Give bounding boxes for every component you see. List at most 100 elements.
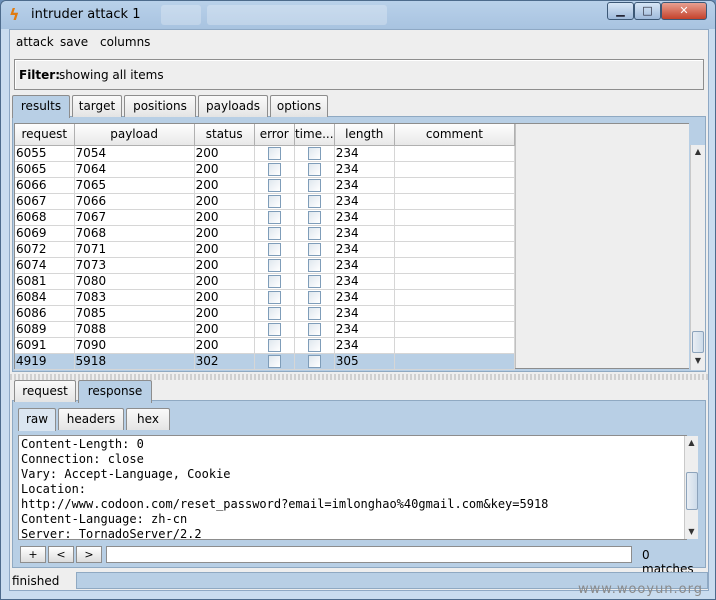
- cell-timeout: [294, 161, 335, 178]
- cell-request: 6055: [15, 145, 75, 162]
- checkbox-icon: [268, 259, 282, 272]
- cell-status: 200: [194, 337, 255, 354]
- scroll-down-icon[interactable]: ▼: [685, 525, 698, 539]
- search-input[interactable]: [106, 546, 632, 563]
- checkbox-icon: [268, 323, 282, 336]
- burp-lightning-icon: ϟ: [9, 5, 20, 24]
- scroll-down-icon[interactable]: ▼: [691, 354, 705, 368]
- results-scrollbar[interactable]: ▲ ▼: [690, 145, 705, 370]
- next-button[interactable]: >: [76, 546, 102, 563]
- tab-target[interactable]: target: [72, 95, 122, 117]
- table-row[interactable]: 6086 7085 200 234: [15, 305, 516, 322]
- detail-tabs: request response: [14, 380, 214, 403]
- table-row[interactable]: 6091 7090 200 234: [15, 337, 516, 354]
- response-text[interactable]: Content-Length: 0 Connection: close Vary…: [18, 435, 687, 541]
- cell-timeout: [294, 337, 335, 354]
- tab-payloads[interactable]: payloads: [198, 95, 268, 117]
- cell-length: 234: [334, 289, 395, 306]
- minimize-button[interactable]: ▁: [607, 2, 634, 20]
- cell-request: 6091: [15, 337, 75, 354]
- cell-payload: 7067: [74, 209, 195, 226]
- table-row[interactable]: 6066 7065 200 234: [15, 177, 516, 194]
- col-comment[interactable]: comment: [394, 124, 516, 146]
- cell-request: 6072: [15, 241, 75, 258]
- scroll-up-icon[interactable]: ▲: [685, 436, 698, 450]
- checkbox-icon: [268, 163, 282, 176]
- tab-request[interactable]: request: [14, 380, 76, 402]
- table-row[interactable]: 6089 7088 200 234: [15, 321, 516, 338]
- cell-length: 234: [334, 145, 395, 162]
- maximize-button[interactable]: □: [634, 2, 661, 20]
- table-row[interactable]: 6055 7054 200 234: [15, 145, 516, 162]
- response-line: http://www.codoon.com/reset_password?ema…: [21, 497, 549, 511]
- table-row[interactable]: 6084 7083 200 234: [15, 289, 516, 306]
- col-error[interactable]: error: [254, 124, 295, 146]
- table-row[interactable]: 6074 7073 200 234: [15, 257, 516, 274]
- cell-length: 305: [334, 353, 395, 370]
- intruder-window: ϟ intruder attack 1 ▁ □ ✕ attack save co…: [0, 0, 716, 600]
- cell-comment: [394, 193, 516, 210]
- cell-error: [254, 353, 295, 370]
- background-tab: [161, 5, 201, 25]
- response-scrollbar[interactable]: ▲ ▼: [684, 436, 698, 539]
- cell-error: [254, 321, 295, 338]
- table-row[interactable]: 6067 7066 200 234: [15, 193, 516, 210]
- cell-timeout: [294, 193, 335, 210]
- scroll-thumb[interactable]: [692, 331, 704, 353]
- cell-comment: [394, 321, 516, 338]
- table-row[interactable]: 6081 7080 200 234: [15, 273, 516, 290]
- table-row[interactable]: 4919 5918 302 305: [15, 353, 516, 370]
- cell-request: 4919: [15, 353, 75, 370]
- scroll-up-icon[interactable]: ▲: [691, 145, 705, 159]
- cell-comment: [394, 161, 516, 178]
- col-timeout[interactable]: time...: [294, 124, 335, 146]
- tab-raw[interactable]: raw: [18, 408, 56, 431]
- checkbox-icon: [268, 211, 282, 224]
- previous-button[interactable]: <: [48, 546, 74, 563]
- tab-options[interactable]: options: [270, 95, 328, 117]
- tab-results[interactable]: results: [12, 95, 70, 118]
- close-button[interactable]: ✕: [661, 2, 707, 20]
- col-length[interactable]: length: [334, 124, 395, 146]
- tab-hex[interactable]: hex: [126, 408, 170, 430]
- menu-save[interactable]: save: [60, 35, 88, 49]
- cell-length: 234: [334, 305, 395, 322]
- table-row[interactable]: 6068 7067 200 234: [15, 209, 516, 226]
- menu-attack[interactable]: attack: [16, 35, 54, 49]
- content-area: attack save columns Filter: showing all …: [9, 29, 709, 591]
- main-tabs: results target positions payloads option…: [12, 95, 412, 118]
- add-button[interactable]: +: [20, 546, 46, 563]
- tab-headers[interactable]: headers: [58, 408, 124, 430]
- table-row[interactable]: 6065 7064 200 234: [15, 161, 516, 178]
- cell-error: [254, 209, 295, 226]
- cell-payload: 7066: [74, 193, 195, 210]
- cell-payload: 7073: [74, 257, 195, 274]
- cell-status: 302: [194, 353, 255, 370]
- table-row[interactable]: 6069 7068 200 234: [15, 225, 516, 242]
- cell-timeout: [294, 289, 335, 306]
- tab-response[interactable]: response: [78, 380, 152, 403]
- cell-timeout: [294, 225, 335, 242]
- cell-payload: 7071: [74, 241, 195, 258]
- cell-payload: 7065: [74, 177, 195, 194]
- col-request[interactable]: request: [15, 124, 75, 146]
- checkbox-icon: [308, 307, 322, 320]
- menu-columns[interactable]: columns: [100, 35, 150, 49]
- filter-bar[interactable]: Filter: showing all items: [14, 59, 704, 90]
- response-line: Connection: close: [21, 452, 144, 466]
- cell-status: 200: [194, 273, 255, 290]
- checkbox-icon: [268, 275, 282, 288]
- cell-timeout: [294, 177, 335, 194]
- cell-status: 200: [194, 241, 255, 258]
- table-row[interactable]: 6072 7071 200 234: [15, 241, 516, 258]
- scroll-thumb[interactable]: [686, 472, 698, 510]
- response-line: Vary: Accept-Language, Cookie: [21, 467, 231, 481]
- cell-comment: [394, 273, 516, 290]
- checkbox-icon: [308, 323, 322, 336]
- checkbox-icon: [268, 339, 282, 352]
- tab-positions[interactable]: positions: [124, 95, 196, 117]
- col-status[interactable]: status: [194, 124, 255, 146]
- col-payload[interactable]: payload: [74, 124, 195, 146]
- menu-bar: attack save columns: [10, 30, 708, 54]
- cell-status: 200: [194, 225, 255, 242]
